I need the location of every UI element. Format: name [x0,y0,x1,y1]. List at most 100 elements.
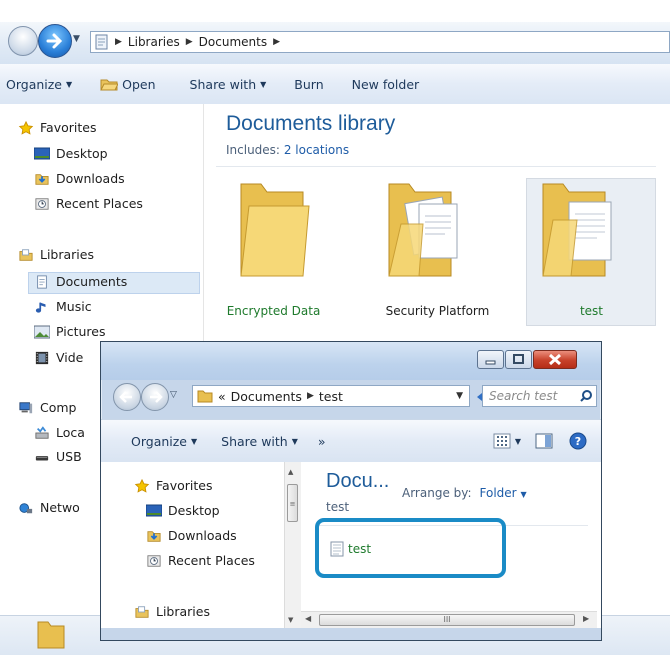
more-commands-button[interactable]: » [312,434,340,449]
divider [216,166,656,167]
nav-item-usb[interactable]: USB [34,449,82,464]
pictures-icon [34,325,50,338]
folder-test[interactable]: test [529,176,654,321]
nav-item-recent-places[interactable]: Recent Places [146,553,255,568]
breadcrumb-separator-icon: ▶ [115,37,122,47]
help-icon: ? [569,432,587,450]
nav-item-libraries[interactable]: Libraries [18,247,94,262]
back-button[interactable] [113,383,141,411]
preview-pane-button[interactable] [525,433,563,449]
chevron-down-icon: ▼ [291,436,298,446]
recent-pages-dropdown-icon[interactable]: ▼ [73,34,80,44]
close-button[interactable] [533,350,577,369]
nav-item-computer[interactable]: Comp [18,400,77,415]
scrollbar-thumb[interactable]: III [319,614,575,626]
open-label: Open [122,76,156,92]
libraries-icon [135,605,149,618]
arrange-by-value: Folder [479,486,517,500]
desktop-icon [146,504,162,516]
new-folder-label: New folder [351,76,420,92]
music-icon [35,302,46,313]
nav-item-videos[interactable]: Vide [34,350,83,365]
chevron-down-icon: ▼ [66,79,73,89]
library-title: Docu... [326,470,390,492]
new-folder-button[interactable]: New folder [338,77,434,92]
network-icon [19,502,33,513]
scroll-up-icon[interactable]: ▲ [288,468,293,476]
scrollbar-grip: III [443,615,451,624]
nav-item-local-disk[interactable]: Loca [34,425,85,440]
nav-scrollbar[interactable]: ▲ ≡ ▼ [284,462,301,640]
scroll-left-icon[interactable]: ◀ [305,614,311,623]
help-button[interactable]: ? [563,432,601,450]
nav-item-desktop[interactable]: Desktop [146,503,220,518]
back-arrow-icon [119,391,132,403]
nav-label: Netwo [40,500,80,515]
locations-link[interactable]: 2 locations [284,143,349,157]
arrange-by-label: Arrange by: [402,486,472,500]
svg-text:?: ? [575,435,581,448]
folder-label: test [579,304,604,318]
forward-button[interactable] [38,24,72,58]
scroll-down-icon[interactable]: ▼ [288,616,293,624]
breadcrumb-test[interactable]: test [319,389,343,404]
organize-label: Organize [6,76,62,92]
chevron-down-icon: ▼ [260,79,267,89]
close-icon [548,353,562,366]
folder-encrypted-data[interactable]: Encrypted Data [211,176,336,321]
organize-menu[interactable]: Organize ▼ [101,434,211,449]
nav-item-favorites[interactable]: Favorites [18,120,96,135]
nav-item-network[interactable]: Netwo [18,500,80,515]
folder-icon [240,183,310,277]
nav-item-documents[interactable]: Documents [34,274,127,289]
breadcrumb-documents[interactable]: Documents [231,389,302,404]
nav-label: Documents [56,274,128,289]
local-disk-icon [35,425,49,439]
folder-label: Security Platform [385,304,490,318]
nav-item-downloads[interactable]: Downloads [146,528,237,543]
folder-icon [37,621,65,649]
change-view-button[interactable]: ▼ [489,433,525,449]
breadcrumb-separator-icon: ▶ [185,37,193,47]
back-button[interactable] [8,26,38,56]
breadcrumb-overflow-icon[interactable]: « [218,389,226,404]
open-button[interactable]: Open [86,77,169,92]
breadcrumb-libraries[interactable]: Libraries [128,35,180,49]
nav-item-recent-places[interactable]: Recent Places [34,196,143,211]
open-folder-icon [100,79,119,91]
nav-label: Libraries [156,604,210,619]
chevron-down-icon: ▼ [514,436,521,446]
library-icon [95,34,108,50]
search-input[interactable]: Search test [482,385,597,407]
arrange-by-dropdown[interactable]: Folder ▼ [480,486,527,500]
burn-button[interactable]: Burn [280,77,337,92]
desktop-icon [34,147,50,159]
search-icon [580,390,592,402]
star-icon [134,478,150,493]
downloads-icon [147,530,161,542]
organize-menu[interactable]: Organize ▼ [0,77,86,92]
forward-button[interactable] [141,383,169,411]
folder-security-platform[interactable]: Security Platform [375,176,500,321]
share-with-label: Share with [189,76,257,92]
breadcrumb-documents[interactable]: Documents [199,35,267,49]
nav-item-downloads[interactable]: Downloads [34,171,125,186]
horizontal-scrollbar[interactable]: ◀ III ▶ [301,611,597,629]
maximize-button[interactable] [505,350,532,369]
nav-item-libraries[interactable]: Libraries [134,604,210,619]
address-box[interactable]: « Documents ▶ test ▼ [192,385,470,407]
share-with-menu[interactable]: Share with ▼ [170,77,281,92]
includes-label: Includes: [226,143,280,157]
nav-item-favorites[interactable]: Favorites [134,478,212,493]
address-box[interactable]: ▶ Libraries ▶ Documents ▶ [90,31,670,53]
address-dropdown-icon[interactable]: ▼ [456,391,463,401]
nav-item-desktop[interactable]: Desktop [34,146,108,161]
share-with-menu[interactable]: Share with ▼ [211,434,312,449]
scroll-right-icon[interactable]: ▶ [583,614,589,623]
nav-item-pictures[interactable]: Pictures [34,324,106,339]
maximize-icon [513,354,524,364]
minimize-button[interactable] [477,350,504,369]
scrollbar-thumb[interactable]: ≡ [287,484,298,522]
nav-item-music[interactable]: Music [34,299,92,314]
recent-pages-dropdown-icon[interactable]: ▽ [170,390,177,400]
